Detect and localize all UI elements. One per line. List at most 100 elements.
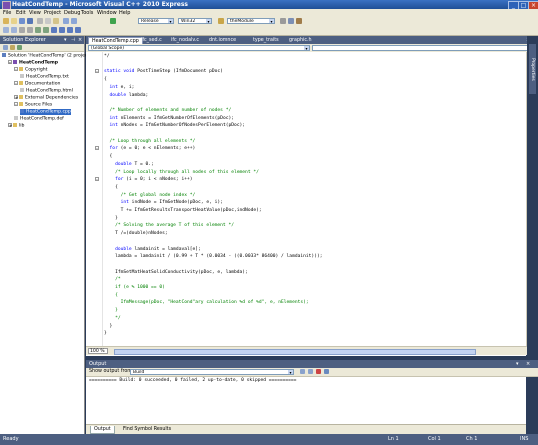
clear-all-icon[interactable] xyxy=(316,369,321,374)
refresh-icon[interactable] xyxy=(17,45,22,50)
tree-item-label: HeatCondTemp xyxy=(19,60,59,66)
save-icon[interactable] xyxy=(19,18,25,24)
code-line: for (e = 0; e < nElements; e++) xyxy=(104,146,196,152)
outline-collapse-icon[interactable]: - xyxy=(95,177,99,182)
tree-item[interactable]: - Copyright xyxy=(14,67,47,73)
expand-icon[interactable]: + xyxy=(8,123,12,128)
indent-decrease-icon[interactable] xyxy=(19,27,25,33)
menu-help[interactable]: Help xyxy=(119,10,130,16)
close-panel-icon[interactable]: × xyxy=(78,36,82,44)
tab-ifc-nodalv-c[interactable]: ifc_nodalv.c xyxy=(168,37,202,44)
uncomment-icon[interactable] xyxy=(43,27,49,33)
tree-node-icon xyxy=(13,60,17,64)
solution-explorer-header: Solution Explorer ▾ ⊣ × xyxy=(0,36,84,44)
expand-icon[interactable]: + xyxy=(14,95,18,100)
tree-item[interactable]: HeatCondTemp.def xyxy=(14,116,64,122)
insert-mode-indicator: INS xyxy=(520,436,529,442)
tree-item[interactable]: HeatCondTemp.html xyxy=(20,88,73,94)
copy-icon[interactable] xyxy=(45,18,51,24)
find-in-files-icon[interactable] xyxy=(280,18,286,24)
find-message-icon[interactable] xyxy=(300,369,305,374)
cut-icon[interactable] xyxy=(37,18,43,24)
tree-item-label: HeatCondTemp.html xyxy=(26,88,73,94)
find-icon[interactable] xyxy=(218,18,224,24)
zoom-combo[interactable]: 100 % xyxy=(88,348,108,354)
tree-item[interactable]: HeatCondTemp.txt xyxy=(20,74,69,80)
collapse-icon[interactable]: - xyxy=(14,81,18,86)
outline-collapse-icon[interactable]: - xyxy=(95,69,99,74)
tree-item[interactable]: Solution 'HeatCondTemp' (2 project xyxy=(2,53,89,59)
menu-project[interactable]: Project xyxy=(44,10,61,16)
comment-icon[interactable] xyxy=(35,27,41,33)
code-line: int nNodes = IfmGetNumberOfNodesPerEleme… xyxy=(104,123,246,129)
next-bookmark-icon[interactable] xyxy=(59,27,65,33)
configuration-combo[interactable]: Release ▾ xyxy=(138,18,174,24)
properties-dock-tab[interactable]: Properties xyxy=(529,44,536,94)
code-line: static void PostTimeStep (IfmDocument pD… xyxy=(104,69,223,75)
tab-output[interactable]: Output xyxy=(90,426,115,434)
collapse-icon[interactable]: - xyxy=(8,60,12,65)
solution-explorer-panel: Solution Explorer ▾ ⊣ × Solution 'HeatCo… xyxy=(0,36,89,434)
menu-file[interactable]: File xyxy=(3,10,11,16)
prev-bookmark-icon[interactable] xyxy=(67,27,73,33)
tab-find-symbol-results[interactable]: Find Symbol Results xyxy=(120,426,174,433)
menu-tools[interactable]: Tools xyxy=(81,10,93,16)
save-all-icon[interactable] xyxy=(27,18,33,24)
properties-icon[interactable] xyxy=(296,18,302,24)
show-all-files-icon[interactable] xyxy=(10,45,15,50)
redo-icon[interactable] xyxy=(71,18,77,24)
word-wrap-icon[interactable] xyxy=(324,369,329,374)
indent-increase-icon[interactable] xyxy=(27,27,33,33)
tree-node-icon xyxy=(19,67,23,71)
show-output-combo[interactable]: Build ▾ xyxy=(130,369,294,375)
solution-explorer-icon[interactable] xyxy=(288,18,294,24)
undo-icon[interactable] xyxy=(63,18,69,24)
start-debugging-icon[interactable] xyxy=(110,18,116,24)
open-file-icon[interactable] xyxy=(11,18,17,24)
properties-view-icon[interactable] xyxy=(3,45,8,50)
collapse-icon[interactable]: - xyxy=(14,67,18,72)
member-list-icon[interactable] xyxy=(11,27,17,33)
tree-item[interactable]: - Source Files xyxy=(14,102,52,108)
tab-dnt-iomnce[interactable]: dnt.iomnce xyxy=(206,37,239,44)
object-browser-icon[interactable] xyxy=(3,27,9,33)
paste-icon[interactable] xyxy=(53,18,59,24)
tree-item[interactable]: + External Dependencies xyxy=(14,95,78,101)
code-line: int e, i; xyxy=(104,84,135,90)
collapse-icon[interactable]: - xyxy=(14,102,18,107)
menu-view[interactable]: View xyxy=(29,10,41,16)
tree-item[interactable]: + lib xyxy=(8,123,24,129)
tree-item-label: HeatCondTemp.txt xyxy=(26,74,69,80)
text-editor-toolbar xyxy=(0,26,538,36)
output-text: ========== Build: 0 succeeded, 0 failed,… xyxy=(89,378,297,383)
member-combo[interactable]: ▾ xyxy=(312,45,534,51)
tree-item-label: Documentation xyxy=(25,81,61,87)
platform-combo[interactable]: Win32 ▾ xyxy=(178,18,212,24)
clear-bookmarks-icon[interactable] xyxy=(75,27,81,33)
code-area[interactable]: - - - */ static void PostTimeStep (IfmDocum… xyxy=(86,52,526,346)
tab-type-traits[interactable]: type_traits xyxy=(250,37,282,44)
new-project-icon[interactable] xyxy=(3,18,9,24)
menu-window[interactable]: Window xyxy=(97,10,117,16)
tree-item[interactable]: - HeatCondTemp xyxy=(8,60,58,66)
code-line: int nElements = IfmGetNumberOfElements(p… xyxy=(104,115,235,121)
pin-output-icon[interactable]: ▾ xyxy=(516,360,519,368)
tree-item[interactable]: - Documentation xyxy=(14,81,60,87)
autohide-icon[interactable]: ⊣ xyxy=(71,36,75,44)
tree-item-label: Copyright xyxy=(25,67,48,73)
find-combo[interactable]: theModule ▾ xyxy=(227,18,275,24)
bookmark-icon[interactable] xyxy=(51,27,57,33)
pin-icon[interactable]: ▾ xyxy=(64,36,67,44)
scope-combo[interactable]: (Global Scope) ▾ xyxy=(88,45,310,51)
close-output-icon[interactable]: × xyxy=(526,360,530,368)
tree-item[interactable]: HeatCondTemp.cpp xyxy=(20,109,71,115)
menu-debug[interactable]: Debug xyxy=(64,10,80,16)
code-line: IfmMessage(pDoc, "HeatCond"ary calculati… xyxy=(104,300,309,306)
horizontal-scrollbar[interactable] xyxy=(114,349,476,355)
prev-message-icon[interactable] xyxy=(308,369,313,374)
menu-edit[interactable]: Edit xyxy=(16,10,26,16)
tree-node-icon xyxy=(19,102,23,106)
tab-graphic-h[interactable]: graphic.h xyxy=(286,37,315,44)
outline-collapse-icon[interactable]: - xyxy=(95,146,99,151)
tab-ifc-sed-c[interactable]: ifc_sed.c xyxy=(138,37,165,44)
